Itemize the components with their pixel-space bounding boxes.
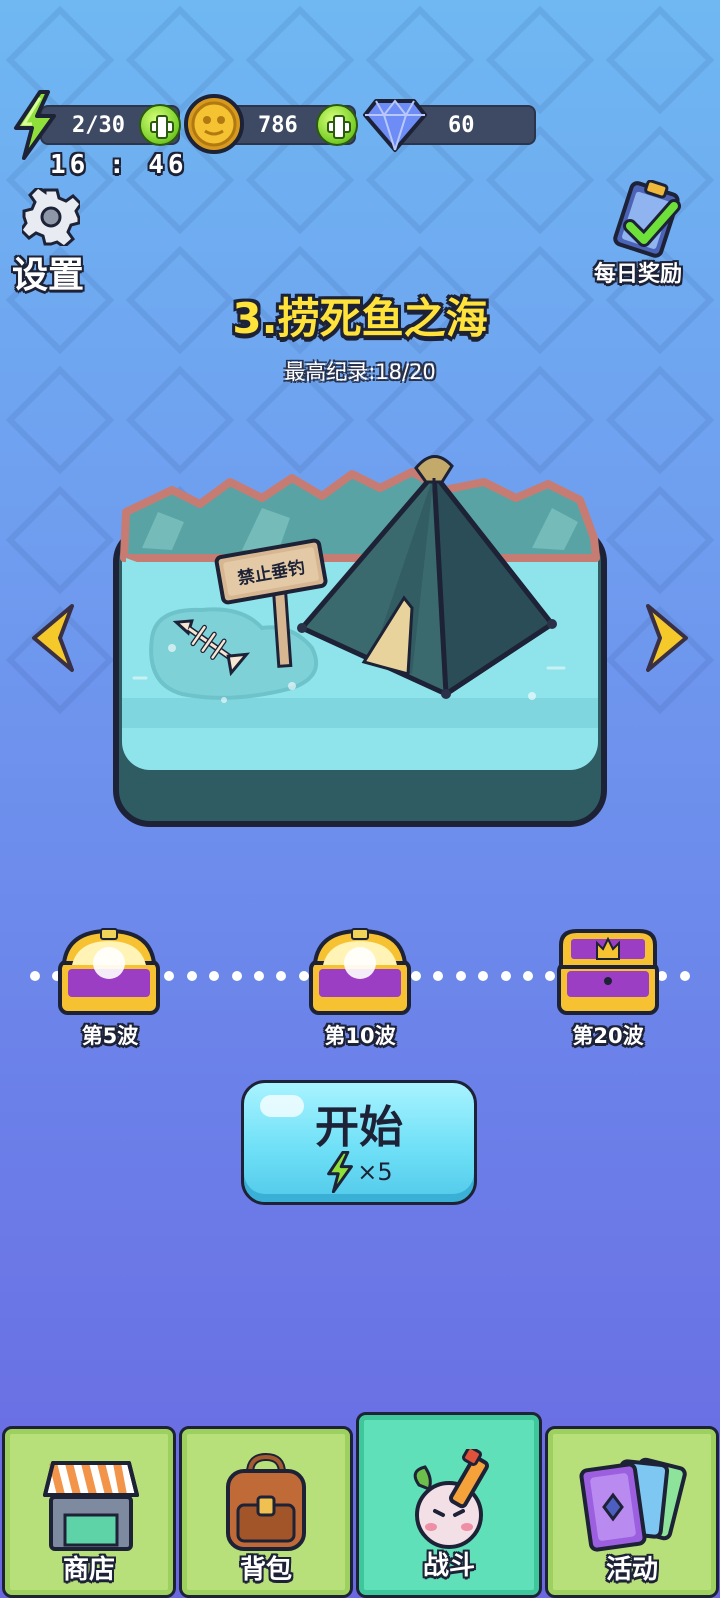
reward-chest-wave-10[interactable] [305,925,415,1017]
energy-icon [327,1151,354,1193]
battle-icon [413,1449,489,1549]
add-coins-button[interactable] [316,104,358,146]
energy-timer: 16 : 46 [50,150,188,180]
previous-level-arrow[interactable] [20,598,80,678]
nav-tab-shop[interactable]: 商店 [2,1426,176,1598]
coin-value: 786 [258,112,298,138]
next-level-arrow[interactable] [640,598,700,678]
nav-tab-backpack[interactable]: 背包 [179,1426,353,1598]
cards-icon [579,1457,687,1552]
daily-reward-button[interactable]: 每日奖励 [588,180,703,287]
settings-button[interactable]: 设置 [10,188,100,296]
daily-reward-label: 每日奖励 [594,262,683,287]
bottom-nav: 商店 背包 战斗 活动 [0,1412,720,1598]
start-cost-value: ×5 [357,1158,393,1186]
level-title: 3.捞死鱼之海 [232,294,488,343]
nav-shop-label: 商店 [62,1555,115,1585]
energy-value: 2/30 [72,112,125,138]
wave-5-label: 第5波 [81,1024,139,1048]
nav-tab-events[interactable]: 活动 [545,1426,719,1598]
gear-icon [22,188,80,246]
start-button[interactable]: 开始 ×5 [241,1080,477,1205]
add-energy-button[interactable] [139,104,181,146]
nav-events-label: 活动 [605,1555,658,1585]
clipboard-check-icon [613,180,681,258]
gem-icon [363,99,427,152]
level-map-preview[interactable]: 禁止垂钓 [112,438,608,830]
nav-battle-label: 战斗 [422,1551,475,1581]
shop-icon [43,1461,139,1551]
reward-chest-wave-5[interactable] [54,925,164,1017]
start-label: 开始 [315,1102,403,1153]
start-cost: ×5 [244,1151,474,1193]
wave-10-label: 第10波 [324,1024,396,1048]
reward-chest-wave-20[interactable] [553,925,663,1017]
wave-20-label: 第20波 [572,1024,644,1048]
nav-backpack-label: 背包 [239,1555,292,1585]
best-record: 最高纪录:18/20 [284,360,436,384]
backpack-icon [226,1453,306,1551]
nav-tab-battle[interactable]: 战斗 [356,1412,542,1598]
gem-value: 60 [448,112,475,138]
coin-icon [184,94,244,154]
